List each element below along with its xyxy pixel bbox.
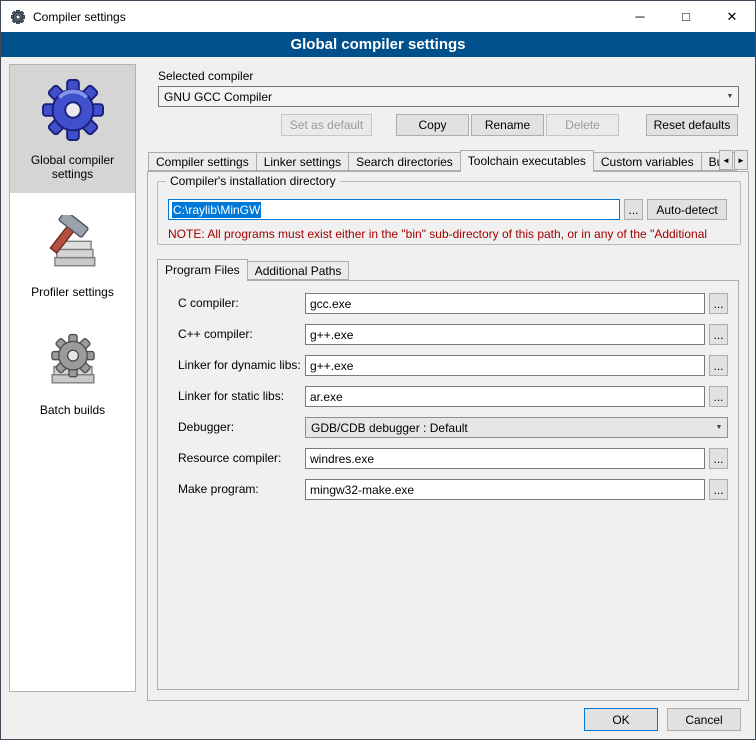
chevron-down-icon: ▼	[711, 424, 727, 431]
window-title: Compiler settings	[33, 10, 126, 24]
c-compiler-label: C compiler:	[178, 293, 239, 314]
installation-directory-group: Compiler's installation directory C:\ray…	[157, 181, 741, 245]
make-program-browse-button[interactable]: ...	[709, 479, 728, 500]
tab-toolchain-executables[interactable]: Toolchain executables	[460, 150, 594, 172]
tab-linker-settings[interactable]: Linker settings	[256, 152, 349, 171]
c-compiler-input[interactable]	[305, 293, 705, 314]
installation-directory-legend: Compiler's installation directory	[166, 174, 340, 188]
sidebar-item-global-compiler-settings[interactable]: Global compiler settings	[10, 65, 135, 193]
install-dir-selected-text: C:\raylib\MinGW	[172, 202, 261, 218]
dynamic-linker-browse-button[interactable]: ...	[709, 355, 728, 376]
sidebar-item-label: Batch builds	[17, 403, 129, 417]
tab-custom-variables[interactable]: Custom variables	[593, 152, 702, 171]
install-dir-note: NOTE: All programs must exist either in …	[168, 227, 734, 241]
copy-button[interactable]: Copy	[396, 114, 469, 136]
dynamic-linker-row: Linker for dynamic libs: ...	[158, 355, 738, 376]
static-linker-row: Linker for static libs: ...	[158, 386, 738, 407]
tab-scroll-right-button[interactable]: ►	[734, 150, 748, 170]
resource-compiler-input[interactable]	[305, 448, 705, 469]
delete-button: Delete	[546, 114, 619, 136]
main-content: Selected compiler GNU GCC Compiler ▼ Set…	[147, 63, 749, 711]
resource-compiler-row: Resource compiler: ...	[158, 448, 738, 469]
dynamic-linker-label: Linker for dynamic libs:	[178, 355, 301, 376]
debugger-select-value: GDB/CDB debugger : Default	[311, 421, 711, 435]
ok-button[interactable]: OK	[584, 708, 658, 731]
static-linker-browse-button[interactable]: ...	[709, 386, 728, 407]
tab-scroll-left-button[interactable]: ◄	[719, 150, 733, 170]
cpp-compiler-browse-button[interactable]: ...	[709, 324, 728, 345]
rename-button[interactable]: Rename	[471, 114, 544, 136]
tab-compiler-settings[interactable]: Compiler settings	[148, 152, 257, 171]
set-as-default-button: Set as default	[281, 114, 372, 136]
install-dir-browse-button[interactable]: ...	[624, 199, 643, 220]
chevron-down-icon: ▼	[722, 93, 738, 100]
close-button[interactable]: ✕	[709, 1, 755, 32]
sidebar-item-batch-builds[interactable]: Batch builds	[10, 319, 135, 429]
tab-additional-paths[interactable]: Additional Paths	[247, 261, 350, 280]
settings-tabstrip: Compiler settings Linker settings Search…	[148, 149, 748, 171]
static-linker-label: Linker for static libs:	[178, 386, 284, 407]
resource-compiler-browse-button[interactable]: ...	[709, 448, 728, 469]
close-icon: ✕	[727, 9, 738, 25]
tab-program-files[interactable]: Program Files	[157, 259, 248, 281]
debugger-select[interactable]: GDB/CDB debugger : Default ▼	[305, 417, 728, 438]
page-title: Global compiler settings	[1, 32, 755, 57]
program-files-panel: C compiler: ... C++ compiler: ... Linker…	[157, 280, 739, 690]
window-controls: ─ □ ✕	[617, 1, 755, 32]
sidebar-item-profiler-settings[interactable]: Profiler settings	[10, 201, 135, 311]
maximize-icon: □	[682, 9, 690, 24]
arrow-left-icon: ◄	[722, 156, 730, 165]
compiler-button-row: Set as default Copy Rename Delete Reset …	[147, 114, 749, 136]
dynamic-linker-input[interactable]	[305, 355, 705, 376]
compiler-settings-window: Compiler settings ─ □ ✕ Global compiler …	[0, 0, 756, 740]
cpp-compiler-label: C++ compiler:	[178, 324, 253, 345]
global-compiler-gear-icon	[42, 79, 104, 144]
debugger-row: Debugger: GDB/CDB debugger : Default ▼	[158, 417, 738, 438]
make-program-row: Make program: ...	[158, 479, 738, 500]
make-program-input[interactable]	[305, 479, 705, 500]
debugger-label: Debugger:	[178, 417, 234, 438]
settings-sidebar: Global compiler settings Profiler settin…	[9, 64, 136, 692]
install-dir-input[interactable]: C:\raylib\MinGW	[168, 199, 620, 220]
cpp-compiler-row: C++ compiler: ...	[158, 324, 738, 345]
auto-detect-button[interactable]: Auto-detect	[647, 199, 727, 220]
resource-compiler-label: Resource compiler:	[178, 448, 281, 469]
profiler-hammer-icon	[44, 215, 102, 276]
compiler-select[interactable]: GNU GCC Compiler ▼	[158, 86, 739, 107]
c-compiler-browse-button[interactable]: ...	[709, 293, 728, 314]
selected-compiler-label: Selected compiler	[158, 69, 253, 83]
make-program-label: Make program:	[178, 479, 259, 500]
minimize-button[interactable]: ─	[617, 1, 663, 32]
cancel-button[interactable]: Cancel	[667, 708, 741, 731]
cpp-compiler-input[interactable]	[305, 324, 705, 345]
batch-builds-gear-icon	[44, 333, 102, 394]
titlebar: Compiler settings ─ □ ✕	[1, 1, 755, 32]
maximize-button[interactable]: □	[663, 1, 709, 32]
minimize-icon: ─	[635, 9, 644, 24]
window-gear-icon	[10, 9, 26, 25]
tab-scroll-buttons: ◄ ►	[718, 150, 748, 170]
program-files-tabstrip: Program Files Additional Paths	[157, 258, 348, 280]
compiler-select-value: GNU GCC Compiler	[164, 90, 722, 104]
arrow-right-icon: ►	[737, 156, 745, 165]
toolchain-executables-panel: Compiler's installation directory C:\ray…	[147, 171, 749, 701]
sidebar-item-label: Global compiler settings	[17, 153, 129, 181]
sidebar-item-label: Profiler settings	[17, 285, 129, 299]
c-compiler-row: C compiler: ...	[158, 293, 738, 314]
tab-search-directories[interactable]: Search directories	[348, 152, 461, 171]
reset-defaults-button[interactable]: Reset defaults	[646, 114, 738, 136]
static-linker-input[interactable]	[305, 386, 705, 407]
